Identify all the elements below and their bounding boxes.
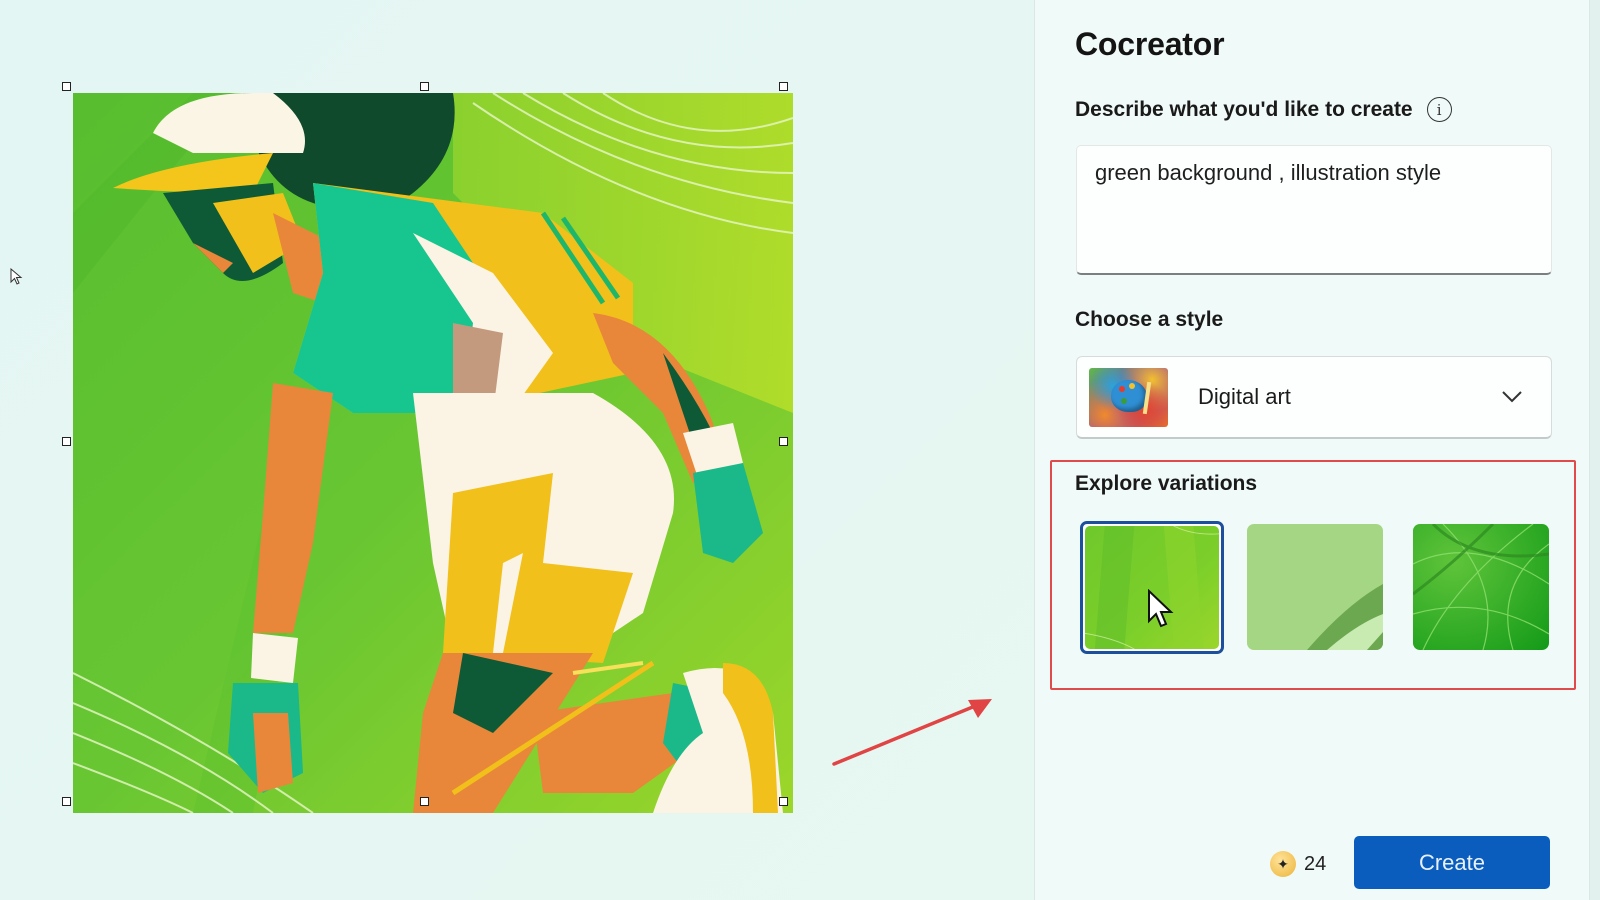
style-label: Choose a style [1075,308,1224,331]
resize-handle-top-right[interactable] [779,82,788,91]
sparkle-coin-icon: ✦ [1270,851,1296,877]
resize-handle-top[interactable] [420,82,429,91]
style-selected-value: Digital art [1198,384,1291,409]
resize-handle-bottom-right[interactable] [779,797,788,806]
mouse-pointer-icon [1148,589,1174,628]
panel-scroll-edge [1590,0,1600,900]
info-icon[interactable]: i [1426,97,1452,122]
generated-artwork[interactable] [73,93,793,813]
annotation-arrow-icon [832,699,992,766]
style-dropdown[interactable]: Digital art [1076,356,1552,439]
describe-label-text: Describe what you'd like to create [1075,97,1413,121]
resize-handle-bottom[interactable] [420,797,429,806]
cocreator-panel: Cocreator Describe what you'd like to cr… [1034,0,1590,900]
credits-count: 24 [1304,852,1327,875]
variations-label: Explore variations [1075,472,1258,495]
variation-thumbnail-2[interactable] [1247,524,1383,650]
resize-handle-right[interactable] [779,437,788,446]
prompt-input[interactable] [1076,145,1552,275]
variation-thumbnail-1[interactable] [1080,521,1224,654]
resize-handle-left[interactable] [62,437,71,446]
artwork-illustration [73,93,793,813]
create-button[interactable]: Create [1354,836,1550,889]
variation-thumbnail-3[interactable] [1413,524,1549,650]
chevron-down-icon[interactable] [1497,382,1527,412]
panel-title: Cocreator [1075,26,1225,62]
resize-handle-bottom-left[interactable] [62,797,71,806]
mouse-pointer-icon [10,268,23,285]
resize-handle-top-left[interactable] [62,82,71,91]
palette-thumbnail-icon [1089,367,1168,427]
credits-indicator: ✦ 24 [1270,851,1326,877]
canvas-area [0,0,1034,900]
describe-label: Describe what you'd like to create i [1075,97,1452,122]
